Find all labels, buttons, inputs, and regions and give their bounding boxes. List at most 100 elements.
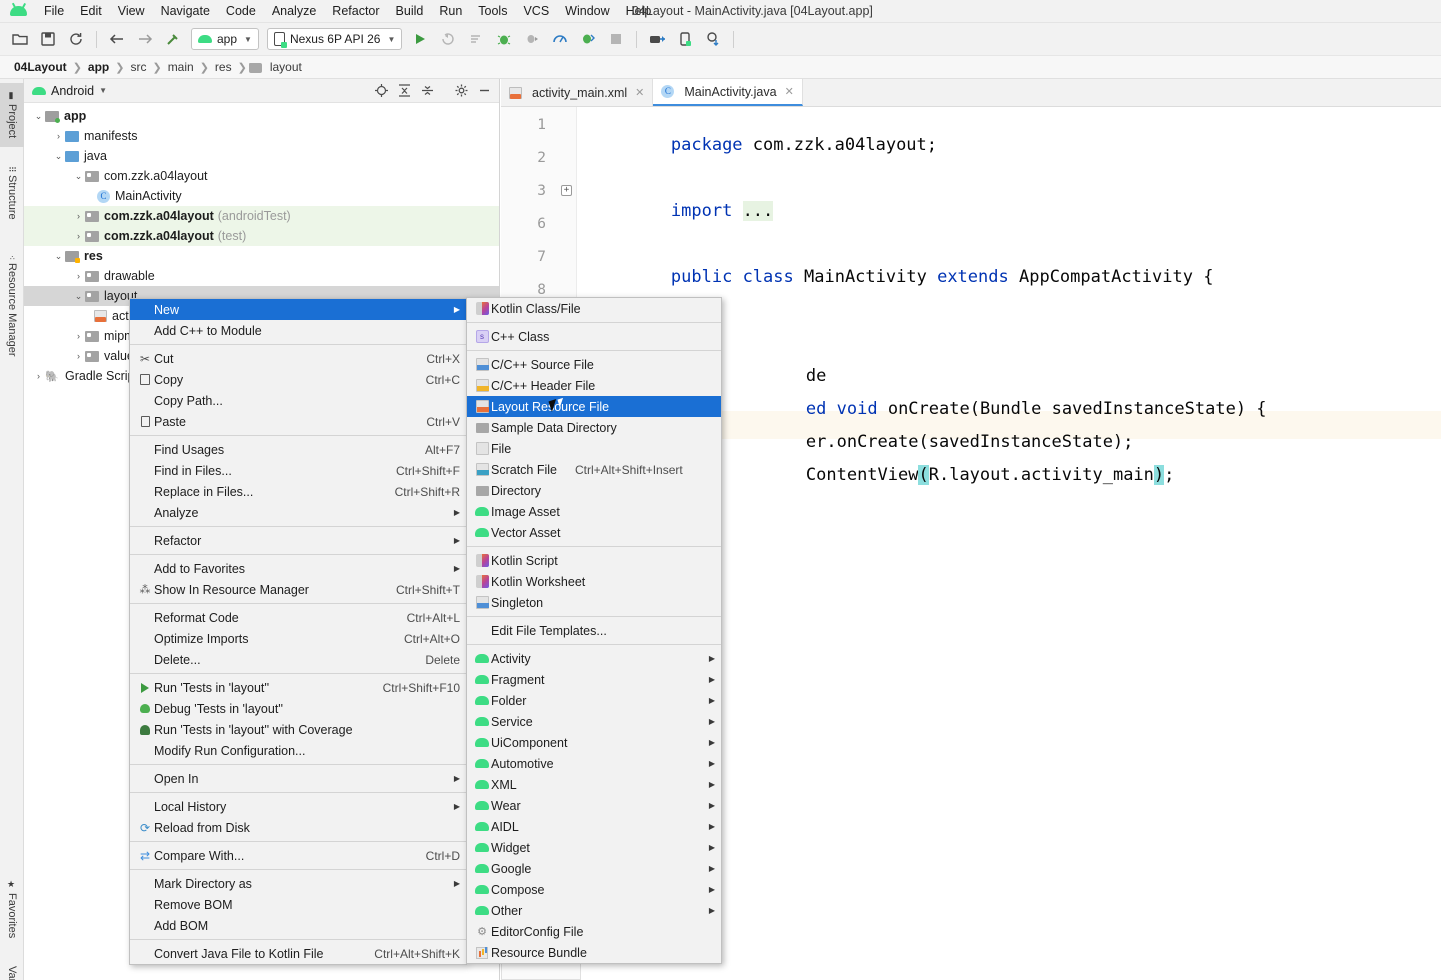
submenu-item-xml[interactable]: XML ▶ (467, 774, 721, 795)
menu-item-compare-with[interactable]: ⇄ Compare With... Ctrl+D (130, 845, 466, 866)
chevron-down-icon[interactable]: ⌄ (52, 251, 65, 262)
tab-mainactivity-java[interactable]: C MainActivity.java ✕ (653, 79, 803, 106)
submenu-item-directory[interactable]: Directory (467, 480, 721, 501)
submenu-item-kotlin-class-file[interactable]: Kotlin Class/File (467, 298, 721, 319)
menu-item-show-in-resource-manager[interactable]: ⁂ Show In Resource Manager Ctrl+Shift+T (130, 579, 466, 600)
tab-activity-main-xml[interactable]: activity_main.xml ✕ (501, 79, 654, 106)
menu-item-copy-path[interactable]: Copy Path... (130, 390, 466, 411)
submenu-item-vector-asset[interactable]: Vector Asset (467, 522, 721, 543)
attach-debugger-icon[interactable] (520, 27, 544, 51)
menu-analyze[interactable]: Analyze (264, 2, 324, 20)
avd-manager-icon[interactable] (673, 27, 697, 51)
menu-navigate[interactable]: Navigate (153, 2, 218, 20)
sidebar-item-structure[interactable]: ⠿ Structure (0, 155, 24, 231)
project-view-selector[interactable]: Android (51, 84, 94, 98)
breadcrumb-item-main[interactable]: main (164, 60, 198, 74)
chevron-down-icon[interactable]: ⌄ (72, 171, 85, 182)
tree-row-manifests[interactable]: › manifests (24, 126, 499, 146)
breadcrumb-item-src[interactable]: src (126, 60, 150, 74)
submenu-item-activity[interactable]: Activity ▶ (467, 648, 721, 669)
submenu-item-resource-bundle[interactable]: Resource Bundle (467, 942, 721, 963)
submenu-item-automotive[interactable]: Automotive ▶ (467, 753, 721, 774)
collapse-all-icon[interactable] (418, 82, 436, 100)
run-tests-icon[interactable] (464, 27, 488, 51)
hide-panel-icon[interactable] (475, 82, 493, 100)
chevron-right-icon[interactable]: › (72, 211, 85, 221)
submenu-item-scratch-file[interactable]: Scratch File Ctrl+Alt+Shift+Insert (467, 459, 721, 480)
chevron-down-icon[interactable]: ⌄ (52, 151, 65, 162)
chevron-down-icon[interactable]: ⌄ (32, 111, 45, 122)
close-icon[interactable]: ✕ (635, 86, 644, 99)
submenu-item-fragment[interactable]: Fragment ▶ (467, 669, 721, 690)
chevron-right-icon[interactable]: › (72, 331, 85, 341)
chevron-down-icon[interactable]: ⌄ (72, 291, 85, 302)
submenu-item-google[interactable]: Google ▶ (467, 858, 721, 879)
breadcrumb-item-project[interactable]: 04Layout (10, 60, 71, 74)
device-selector[interactable]: Nexus 6P API 26 ▼ (266, 28, 403, 50)
chevron-right-icon[interactable]: › (72, 351, 85, 361)
menu-item-add-cpp-to-module[interactable]: Add C++ to Module (130, 320, 466, 341)
menu-item-reload-from-disk[interactable]: ⟳ Reload from Disk (130, 817, 466, 838)
sync-gradle-icon[interactable] (701, 27, 725, 51)
menu-item-cut[interactable]: ✂ Cut Ctrl+X (130, 348, 466, 369)
tree-row-package-test[interactable]: › com.zzk.a04layout (test) (24, 226, 499, 246)
menu-item-copy[interactable]: Copy Ctrl+C (130, 369, 466, 390)
menu-item-reformat-code[interactable]: Reformat Code Ctrl+Alt+L (130, 607, 466, 628)
menu-item-find-usages[interactable]: Find Usages Alt+F7 (130, 439, 466, 460)
submenu-item-c-source-file[interactable]: C/C++ Source File (467, 354, 721, 375)
back-arrow-icon[interactable] (105, 27, 129, 51)
menu-item-open-in[interactable]: Open In ▶ (130, 768, 466, 789)
submenu-item-kotlin-script[interactable]: Kotlin Script (467, 550, 721, 571)
chevron-right-icon[interactable]: › (32, 371, 45, 381)
module-selector[interactable]: app ▼ (191, 28, 259, 50)
menu-run[interactable]: Run (431, 2, 470, 20)
menu-code[interactable]: Code (218, 2, 264, 20)
menu-item-add-to-favorites[interactable]: Add to Favorites ▶ (130, 558, 466, 579)
menu-file[interactable]: File (36, 2, 72, 20)
menu-refactor[interactable]: Refactor (324, 2, 387, 20)
menu-item-optimize-imports[interactable]: Optimize Imports Ctrl+Alt+O (130, 628, 466, 649)
locate-target-icon[interactable] (372, 82, 390, 100)
submenu-item-wear[interactable]: Wear ▶ (467, 795, 721, 816)
submenu-item-kotlin-worksheet[interactable]: Kotlin Worksheet (467, 571, 721, 592)
submenu-item-cpp-class[interactable]: s C++ Class (467, 326, 721, 347)
expand-all-icon[interactable] (395, 82, 413, 100)
menu-item-run-tests[interactable]: Run 'Tests in 'layout'' Ctrl+Shift+F10 (130, 677, 466, 698)
fold-expand-icon[interactable]: + (561, 185, 572, 196)
menu-item-modify-run-configuration[interactable]: Modify Run Configuration... (130, 740, 466, 761)
tree-row-package-main[interactable]: ⌄ com.zzk.a04layout (24, 166, 499, 186)
menu-item-paste[interactable]: Paste Ctrl+V (130, 411, 466, 432)
code-import-collapsed[interactable]: ... (742, 201, 774, 221)
breadcrumb-item-layout[interactable]: layout (266, 60, 306, 74)
save-icon[interactable] (36, 27, 60, 51)
sidebar-item-variants[interactable]: Variants (0, 951, 24, 980)
submenu-item-widget[interactable]: Widget ▶ (467, 837, 721, 858)
menu-item-find-in-files[interactable]: Find in Files... Ctrl+Shift+F (130, 460, 466, 481)
submenu-item-layout-resource-file[interactable]: Layout Resource File (467, 396, 721, 417)
submenu-item-file[interactable]: File (467, 438, 721, 459)
forward-arrow-icon[interactable] (133, 27, 157, 51)
build-hammer-icon[interactable] (161, 27, 185, 51)
submenu-item-service[interactable]: Service ▶ (467, 711, 721, 732)
chevron-down-icon[interactable]: ▼ (99, 86, 107, 95)
submenu-item-folder[interactable]: Folder ▶ (467, 690, 721, 711)
open-folder-icon[interactable] (8, 27, 32, 51)
tree-row-drawable[interactable]: › drawable (24, 266, 499, 286)
sidebar-item-project[interactable]: ▮ Project (0, 83, 24, 147)
profiler-icon[interactable] (548, 27, 572, 51)
chevron-right-icon[interactable]: › (72, 271, 85, 281)
menu-build[interactable]: Build (388, 2, 432, 20)
menu-view[interactable]: View (110, 2, 153, 20)
submenu-item-sample-data-directory[interactable]: Sample Data Directory (467, 417, 721, 438)
chevron-right-icon[interactable]: › (52, 131, 65, 141)
stop-icon[interactable] (604, 27, 628, 51)
submenu-item-edit-file-templates[interactable]: Edit File Templates... (467, 620, 721, 641)
submenu-item-c-header-file[interactable]: C/C++ Header File (467, 375, 721, 396)
run-icon[interactable] (408, 27, 432, 51)
menu-edit[interactable]: Edit (72, 2, 110, 20)
menu-item-delete[interactable]: Delete... Delete (130, 649, 466, 670)
tree-row-package-androidtest[interactable]: › com.zzk.a04layout (androidTest) (24, 206, 499, 226)
submenu-item-editorconfig-file[interactable]: ⚙ EditorConfig File (467, 921, 721, 942)
submenu-item-image-asset[interactable]: Image Asset (467, 501, 721, 522)
chevron-right-icon[interactable]: › (72, 231, 85, 241)
